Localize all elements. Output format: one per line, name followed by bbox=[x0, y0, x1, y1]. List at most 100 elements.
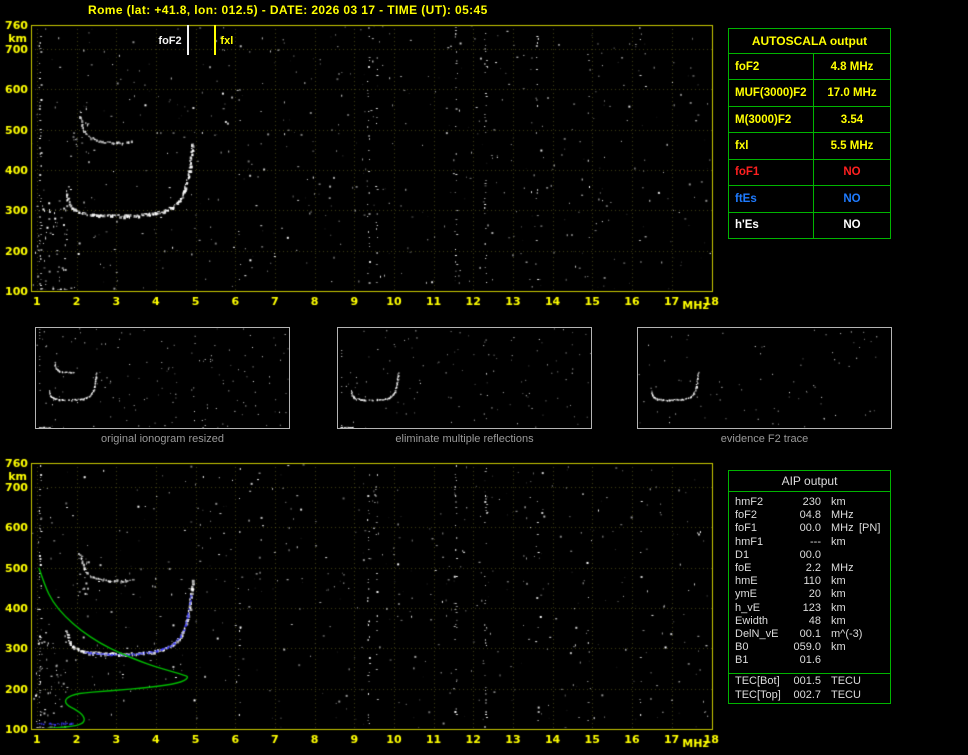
aip-row: D1 00.0 bbox=[729, 549, 890, 562]
aip-note bbox=[851, 536, 890, 549]
aip-note bbox=[851, 654, 890, 667]
aip-note bbox=[851, 549, 890, 562]
aip-unit: MHz bbox=[831, 509, 854, 522]
aip-value: 01.6 bbox=[799, 654, 821, 667]
autoscala-value: 17.0 MHz bbox=[813, 80, 890, 106]
aip-param: TEC[Bot] bbox=[735, 675, 780, 688]
autoscala-param: MUF(3000)F2 bbox=[735, 87, 807, 100]
aip-row: foF1 00.0 MHz [PN] bbox=[729, 522, 890, 535]
autoscala-table-rows: foF2 4.8 MHz MUF(3000)F2 17.0 MHz M(3000)F2 3… bbox=[729, 54, 890, 238]
autoscala-value: NO bbox=[813, 159, 890, 186]
autoscala-row: foF2 4.8 MHz bbox=[729, 54, 890, 80]
aip-row: foF2 04.8 MHz bbox=[729, 509, 890, 522]
aip-unit: km bbox=[831, 601, 846, 614]
aip-param: Ewidth bbox=[735, 614, 769, 627]
aip-value: 110 bbox=[803, 575, 821, 588]
aip-value: 2.2 bbox=[805, 561, 821, 574]
ionogram-bottom-canvas bbox=[0, 456, 725, 755]
autoscala-screen: Rome (lat: +41.8, lon: 012.5) - DATE: 20… bbox=[0, 0, 968, 755]
aip-row: B1 01.6 bbox=[729, 654, 890, 667]
fxl-marker-label: fxl bbox=[220, 35, 234, 47]
aip-param: DelN_vE bbox=[735, 627, 779, 640]
mini-panel-eliminate-reflections bbox=[337, 327, 592, 429]
aip-note bbox=[851, 641, 890, 654]
aip-unit bbox=[821, 654, 851, 667]
aip-row: hmF1 --- km bbox=[729, 536, 890, 549]
autoscala-value: 4.8 MHz bbox=[813, 54, 890, 80]
aip-note bbox=[851, 628, 890, 641]
autoscala-row: foF1 NO bbox=[729, 158, 890, 186]
aip-param: foF1 bbox=[735, 522, 758, 535]
aip-value: 123 bbox=[802, 601, 821, 614]
ionogram-top-canvas bbox=[0, 18, 725, 318]
autoscala-row: MUF(3000)F2 17.0 MHz bbox=[729, 79, 890, 106]
aip-note bbox=[851, 562, 890, 575]
aip-value: 00.0 bbox=[799, 548, 821, 561]
aip-value: 48 bbox=[808, 614, 821, 627]
mini-panel-original-ionogram bbox=[35, 327, 290, 429]
aip-value: --- bbox=[810, 535, 821, 548]
aip-row: TEC[Top] 002.7 TECU bbox=[729, 689, 890, 702]
autoscala-value: 5.5 MHz bbox=[813, 133, 890, 159]
autoscala-row: h'Es NO bbox=[729, 211, 890, 238]
aip-unit bbox=[821, 549, 851, 562]
aip-param: hmF1 bbox=[735, 535, 764, 548]
aip-value: 001.5 bbox=[793, 675, 821, 688]
aip-row: TEC[Bot] 001.5 TECU bbox=[729, 675, 890, 688]
autoscala-table-title: AUTOSCALA output bbox=[729, 29, 890, 54]
autoscala-value: NO bbox=[813, 186, 890, 212]
aip-output-table: AIP output hmF2 230 km foF2 04.8 MHz foF1 00.0 M… bbox=[728, 470, 891, 704]
foF2-marker-label: foF2 bbox=[158, 35, 182, 47]
aip-note bbox=[851, 602, 890, 615]
aip-param: ymE bbox=[735, 588, 757, 601]
autoscala-output-table: AUTOSCALA output foF2 4.8 MHz MUF(3000)F2 1… bbox=[728, 28, 891, 239]
aip-param: TEC[Top] bbox=[735, 688, 781, 701]
aip-param: foE bbox=[735, 561, 752, 574]
aip-param: B0 bbox=[735, 641, 749, 654]
aip-unit: km bbox=[831, 614, 846, 627]
aip-param: h_vE bbox=[735, 601, 761, 614]
page-title: Rome (lat: +41.8, lon: 012.5) - DATE: 20… bbox=[88, 3, 488, 17]
aip-note bbox=[851, 575, 890, 588]
aip-unit: km bbox=[831, 575, 846, 588]
mini-panel-caption-3: evidence F2 trace bbox=[720, 433, 809, 445]
aip-row: hmE 110 km bbox=[729, 575, 890, 588]
aip-row: ymE 20 km bbox=[729, 588, 890, 601]
aip-row: Ewidth 48 km bbox=[729, 615, 890, 628]
aip-row: hmF2 230 km bbox=[729, 496, 890, 509]
autoscala-row: fxl 5.5 MHz bbox=[729, 132, 890, 159]
mini-panel-caption-1: original ionogram resized bbox=[101, 433, 224, 445]
aip-value: 00.1 bbox=[799, 627, 821, 640]
autoscala-param: foF1 bbox=[735, 166, 760, 179]
aip-note bbox=[851, 588, 890, 601]
aip-table-title: AIP output bbox=[729, 471, 890, 492]
aip-param: hmE bbox=[735, 575, 758, 588]
aip-table-rows: hmF2 230 km foF2 04.8 MHz foF1 00.0 MHz [PN] hmF1 -… bbox=[729, 492, 890, 667]
aip-value: 230 bbox=[802, 496, 821, 508]
aip-value: 059.0 bbox=[793, 641, 821, 654]
aip-value: 00.0 bbox=[799, 522, 821, 535]
autoscala-param: ftEs bbox=[735, 192, 757, 205]
aip-unit: m^(-3) bbox=[831, 627, 863, 640]
aip-unit: TECU bbox=[831, 675, 861, 688]
mini-panel-evidence-f2-trace bbox=[637, 327, 892, 429]
aip-tec-rows: TEC[Bot] 001.5 TECU TEC[Top] 002.7 TECU bbox=[729, 674, 890, 701]
aip-param: foF2 bbox=[735, 509, 758, 522]
aip-row: h_vE 123 km bbox=[729, 602, 890, 615]
autoscala-param: M(3000)F2 bbox=[735, 113, 792, 126]
aip-note bbox=[851, 615, 890, 628]
aip-unit: MHz bbox=[831, 561, 854, 574]
aip-param: hmF2 bbox=[735, 496, 764, 508]
aip-unit: km bbox=[831, 588, 846, 601]
aip-value: 04.8 bbox=[799, 509, 821, 522]
autoscala-value: NO bbox=[813, 212, 890, 238]
autoscala-param: foF2 bbox=[735, 60, 760, 73]
aip-row: B0 059.0 km bbox=[729, 641, 890, 654]
foF2-marker-line bbox=[186, 25, 189, 55]
aip-unit: MHz bbox=[831, 522, 854, 535]
fxl-marker-line bbox=[214, 25, 217, 55]
aip-unit: km bbox=[831, 496, 846, 508]
aip-value: 20 bbox=[808, 588, 821, 601]
aip-param: B1 bbox=[735, 654, 749, 667]
aip-value: 002.7 bbox=[793, 688, 821, 701]
